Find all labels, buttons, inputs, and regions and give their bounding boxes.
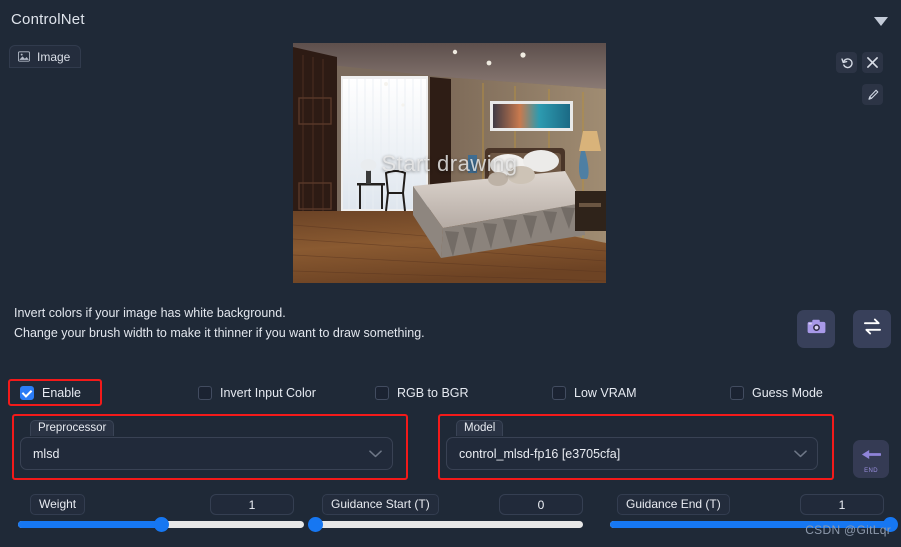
checkbox-enable[interactable]: Enable: [20, 381, 81, 405]
end-button[interactable]: END: [853, 440, 889, 478]
slider-weight-value[interactable]: 1: [210, 494, 294, 515]
checkbox-invert-input-color-box[interactable]: [198, 386, 212, 400]
hint-line-1: Invert colors if your image has white ba…: [14, 306, 286, 320]
model-label: Model: [456, 420, 504, 436]
checkbox-low-vram[interactable]: Low VRAM: [552, 381, 637, 405]
slider-guidance-end-label: Guidance End (T): [617, 494, 730, 515]
checkbox-rgb-to-bgr-box[interactable]: [375, 386, 389, 400]
checkbox-rgb-to-bgr-label: RGB to BGR: [397, 386, 469, 400]
swap-arrows-icon: [863, 318, 882, 340]
preprocessor-label: Preprocessor: [30, 420, 115, 436]
chevron-down-icon: [369, 449, 382, 458]
slider-guidance-end-value[interactable]: 1: [800, 494, 884, 515]
model-value: control_mlsd-fp16 [e3705cfa]: [459, 446, 621, 461]
brush-icon[interactable]: [862, 84, 883, 105]
checkbox-invert-input-color-label: Invert Input Color: [220, 386, 316, 400]
checkbox-invert-input-color[interactable]: Invert Input Color: [198, 381, 316, 405]
watermark: CSDN @GitLqr: [805, 523, 891, 537]
image-icon: [18, 51, 30, 62]
hint-line-2: Change your brush width to make it thinn…: [14, 326, 425, 340]
controlnet-panel: ControlNet Image Start drawing Invert co…: [0, 0, 901, 547]
checkbox-rgb-to-bgr[interactable]: RGB to BGR: [375, 381, 469, 405]
slider-guidance-start-track[interactable]: [308, 517, 583, 532]
checkbox-low-vram-label: Low VRAM: [574, 386, 637, 400]
checkbox-guess-mode[interactable]: Guess Mode: [730, 381, 823, 405]
slider-guidance-start-label: Guidance Start (T): [322, 494, 439, 515]
slider-weight-fill: [18, 521, 161, 528]
checkbox-guess-mode-label: Guess Mode: [752, 386, 823, 400]
end-button-label: END: [864, 468, 878, 474]
hint-text: Invert colors if your image has white ba…: [14, 303, 425, 343]
undo-icon[interactable]: [836, 52, 857, 73]
camera-icon: [807, 319, 826, 339]
slider-guidance-start-value[interactable]: 0: [499, 494, 583, 515]
swap-button[interactable]: [853, 310, 891, 348]
preprocessor-value: mlsd: [33, 446, 60, 461]
slider-weight-track[interactable]: [18, 517, 304, 532]
chevron-down-icon[interactable]: [871, 11, 891, 31]
tab-image-label: Image: [37, 49, 71, 64]
slider-weight-label: Weight: [30, 494, 86, 515]
slider-weight-thumb[interactable]: [154, 517, 169, 532]
page-title: ControlNet: [11, 11, 85, 28]
checkbox-enable-box[interactable]: [20, 386, 34, 400]
preprocessor-select[interactable]: mlsd: [20, 437, 393, 470]
camera-button[interactable]: [797, 310, 835, 348]
checkbox-enable-label: Enable: [42, 386, 81, 400]
checkbox-low-vram-box[interactable]: [552, 386, 566, 400]
close-icon[interactable]: [862, 52, 883, 73]
model-select[interactable]: control_mlsd-fp16 [e3705cfa]: [446, 437, 818, 470]
image-preview[interactable]: Start drawing: [293, 43, 606, 283]
chevron-down-icon: [794, 449, 807, 458]
options-row: Enable Invert Input Color RGB to BGR Low…: [0, 381, 901, 405]
tab-image[interactable]: Image: [9, 45, 82, 68]
slider-guidance-start-thumb[interactable]: [308, 517, 323, 532]
checkbox-guess-mode-box[interactable]: [730, 386, 744, 400]
preview-render: [293, 43, 606, 283]
